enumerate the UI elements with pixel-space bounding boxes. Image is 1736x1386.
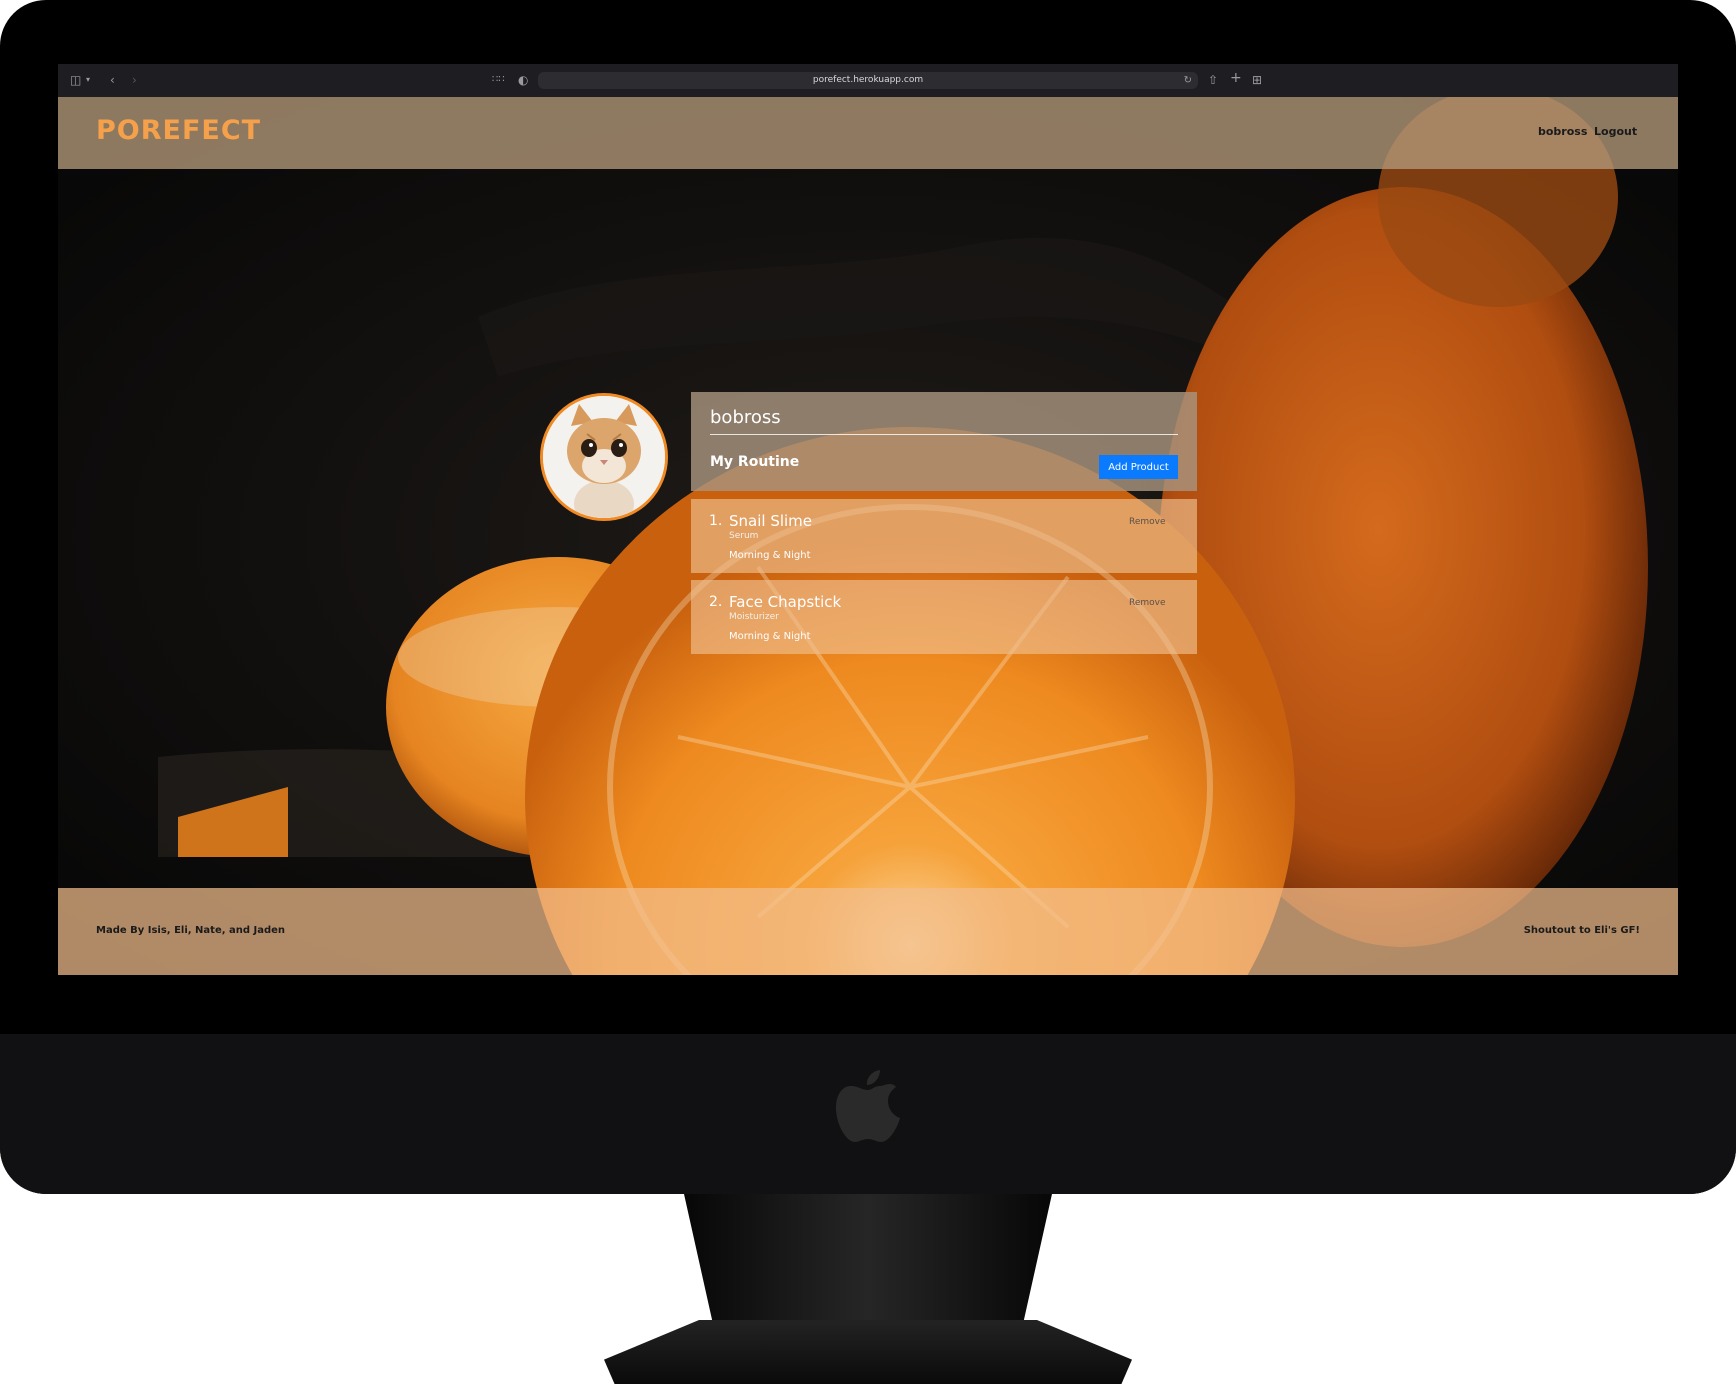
routine-item: 1. Snail Slime Serum Morning & Night Rem… — [691, 499, 1197, 573]
tab-overview-icon[interactable]: ⊞ — [1252, 73, 1262, 87]
privacy-shield-icon[interactable]: ◐ — [518, 73, 528, 87]
sidebar-toggle-icon[interactable]: ◫ — [70, 73, 81, 87]
footer-credits: Made By Isis, Eli, Nate, and Jaden — [96, 925, 286, 936]
nav-logout-link[interactable]: Logout — [1594, 125, 1637, 138]
profile-username: bobross — [710, 407, 781, 428]
remove-button[interactable]: Remove — [1129, 598, 1166, 608]
routine-heading: My Routine — [710, 454, 800, 470]
address-bar[interactable]: porefect.herokuapp.com ↻ — [538, 72, 1198, 89]
routine-item: 2. Face Chapstick Moisturizer Morning & … — [691, 580, 1197, 654]
reload-icon[interactable]: ↻ — [1184, 73, 1192, 88]
routine-item-number: 1. — [709, 513, 723, 529]
new-tab-icon[interactable]: + — [1230, 71, 1242, 85]
footer-shoutout: Shoutout to Eli's GF! — [1523, 925, 1640, 936]
profile-card: bobross My Routine Add Product — [691, 392, 1197, 491]
apple-logo-icon — [836, 1070, 900, 1142]
routine-item-name[interactable]: Face Chapstick — [729, 593, 841, 611]
routine-item-time: Morning & Night — [729, 550, 811, 561]
share-icon[interactable]: ⇧ — [1208, 73, 1218, 87]
chevron-down-icon[interactable]: ▾ — [86, 73, 90, 87]
monitor-screen: ◫ ▾ ‹ › ∷∷ ◐ porefect.herokuapp.com ↻ ⇧ … — [58, 64, 1678, 975]
site-header: POREFECT bobross Logout — [58, 97, 1678, 169]
url-text: porefect.herokuapp.com — [812, 75, 924, 85]
avatar — [540, 393, 668, 521]
kitten-avatar-image — [543, 396, 665, 518]
remove-button[interactable]: Remove — [1129, 517, 1166, 527]
routine-item-type: Moisturizer — [729, 612, 779, 622]
add-product-button[interactable]: Add Product — [1099, 455, 1178, 479]
browser-toolbar: ◫ ▾ ‹ › ∷∷ ◐ porefect.herokuapp.com ↻ ⇧ … — [58, 64, 1678, 98]
brand-logo[interactable]: POREFECT — [96, 115, 261, 146]
forward-icon[interactable]: › — [132, 73, 137, 87]
site-footer: Made By Isis, Eli, Nate, and Jaden Shout… — [58, 888, 1678, 975]
routine-item-type: Serum — [729, 531, 759, 541]
divider — [710, 434, 1178, 435]
back-icon[interactable]: ‹ — [110, 73, 115, 87]
monitor-stand-base — [604, 1320, 1132, 1384]
routine-item-time: Morning & Night — [729, 631, 811, 642]
grid-icon[interactable]: ∷∷ — [492, 73, 505, 87]
nav-username-link[interactable]: bobross — [1538, 125, 1587, 138]
routine-item-name[interactable]: Snail Slime — [729, 512, 812, 530]
routine-item-number: 2. — [709, 594, 723, 610]
web-page: POREFECT bobross Logout bobross My Routi… — [58, 97, 1678, 975]
